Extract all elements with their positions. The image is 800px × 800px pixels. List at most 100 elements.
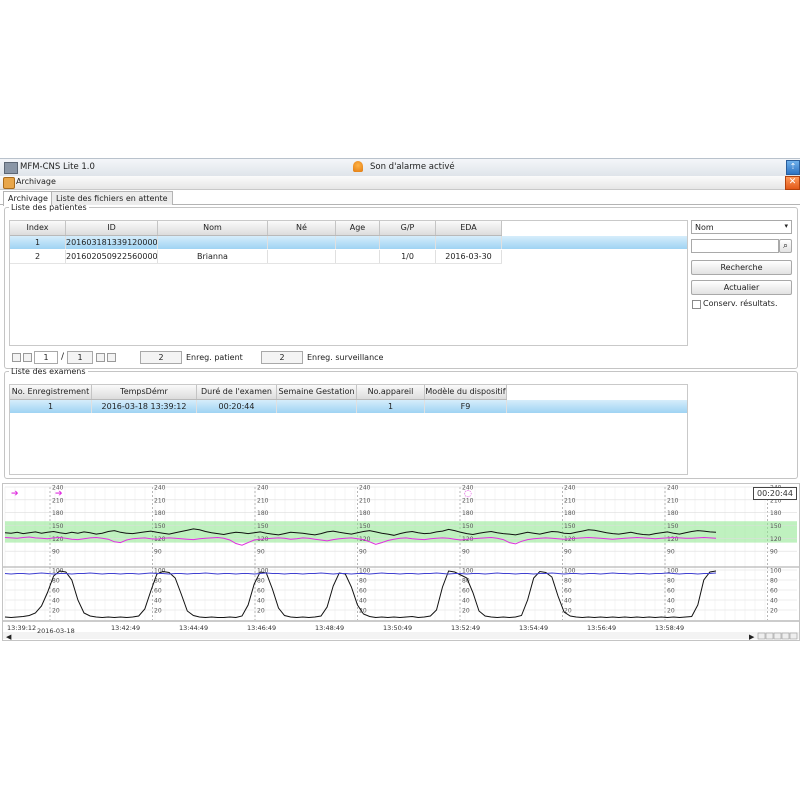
search-field-select[interactable]: Nom ▾ [691,220,792,234]
col-header-week[interactable]: Semaine Gestation [277,385,357,399]
time-tick-label: 13:46:49 [247,624,276,632]
fhr-tick-label: 90 [154,549,162,556]
col-header-no[interactable]: No. Enregistrement [10,385,92,399]
col-header-device-no[interactable]: No.appareil [357,385,425,399]
time-tick-label: 13:54:49 [519,624,548,632]
app-icon [4,162,18,174]
toco-tick-label: 60 [154,588,162,595]
toco-tick-label: 80 [667,578,675,585]
start-date-label: 2016-03-18 [37,627,75,635]
toco-tick-label: 80 [359,578,367,585]
time-tick-label: 13:44:49 [179,624,208,632]
fhr-tick-label: 180 [770,510,782,517]
close-panel-button[interactable]: ✕ [785,176,800,190]
ctg-chart[interactable]: 90 90 90 90 90 90 90 90 120 120 120 120 120 120 120 120… [2,483,800,641]
col-header-index[interactable]: Index [10,221,66,235]
time-tick-label: 13:39:12 [7,624,36,632]
col-header-start[interactable]: TempsDémr [92,385,197,399]
table-row[interactable]: 1 2016-03-18 13:39:12 00:20:44 1 F9 [10,400,687,413]
cell-start: 2016-03-18 13:39:12 [92,400,197,413]
fhr-tick-label: 180 [52,510,64,517]
fhr-tick-label: 180 [564,510,576,517]
next-page-icon[interactable] [96,353,105,362]
page-separator: / [61,352,65,362]
time-tick-label: 13:48:49 [315,624,344,632]
toco-tick-label: 40 [257,598,265,605]
toco-tick-label: 100 [770,568,782,575]
toco-tick-label: 80 [770,578,778,585]
toco-tick-label: 40 [154,598,162,605]
last-page-icon[interactable] [107,353,116,362]
cell-age [336,250,380,263]
alarm-status: Son d'alarme activé [370,162,455,172]
col-header-duration[interactable]: Duré de l'examen [197,385,277,399]
cell-id: 2016020509225600001 [66,250,158,263]
first-page-icon[interactable] [12,353,21,362]
playback-control-icon [765,632,774,640]
fhr-tick-label: 150 [462,523,474,530]
toco-tick-label: 20 [154,608,162,615]
patients-table: Index ID Nom Né Age G/P EDA 1 2016031813… [9,220,688,346]
col-header-model[interactable]: Modèle du dispositif [425,385,507,399]
fhr-tick-label: 90 [667,549,675,556]
prev-page-icon[interactable] [23,353,32,362]
fhr-tick-label: 180 [359,510,371,517]
collapse-window-button[interactable]: ⇡ [786,160,800,175]
fhr-tick-label: 240 [257,485,269,492]
exams-table: No. Enregistrement TempsDémr Duré de l'e… [9,384,688,475]
fhr-tick-label: 90 [52,549,60,556]
col-header-age[interactable]: Age [336,221,380,235]
panel-header: Archivage ✕ [0,176,800,190]
fhr-tick-label: 150 [770,523,782,530]
col-header-nom[interactable]: Nom [158,221,268,235]
fhr-tick-label: 210 [667,497,679,504]
cell-no: 1 [10,400,92,413]
toco-tick-label: 40 [667,598,675,605]
fhr-tick-label: 180 [154,510,166,517]
toco-tick-label: 20 [257,608,265,615]
col-header-eda[interactable]: EDA [436,221,502,235]
toco-tick-label: 60 [462,588,470,595]
cell-gp [380,236,436,249]
cell-eda [436,236,502,249]
search-input[interactable] [691,239,779,253]
toco-tick-label: 20 [462,608,470,615]
keep-results-checkbox[interactable] [692,300,701,309]
search-field-value: Nom [695,223,714,232]
event-marker: ➔ [11,489,19,499]
patient-count: 2 [140,351,182,364]
playback-control-icon [757,632,766,640]
col-header-gp[interactable]: G/P [380,221,436,235]
col-header-ne[interactable]: Né [268,221,336,235]
col-header-id[interactable]: ID [66,221,158,235]
chart-scrollbar [3,632,799,639]
scroll-left-icon: ◀ [6,633,12,640]
table-row[interactable]: 1 2016031813391200001 [10,236,687,249]
search-button[interactable]: Recherche [691,260,792,275]
surveillance-count-label: Enreg. surveillance [307,353,384,362]
cell-age [336,236,380,249]
toco-tick-label: 60 [667,588,675,595]
toco-tick-label: 60 [770,588,778,595]
search-icon[interactable]: ⌕ [779,239,792,253]
cell-ne [268,250,336,263]
table-row[interactable]: 2 2016020509225600001 Brianna 1/0 2016-0… [10,250,502,264]
refresh-button[interactable]: Actualier [691,280,792,295]
fhr-tick-label: 210 [359,497,371,504]
page-current-input[interactable]: 1 [34,351,58,364]
app-title: MFM-CNS Lite 1.0 [20,162,95,172]
chevron-down-icon: ▾ [784,222,788,230]
scroll-right-icon: ▶ [749,633,755,640]
cell-ne [268,236,336,249]
bell-icon [353,161,363,172]
fhr-tick-label: 180 [462,510,474,517]
fhr-tick-label: 180 [667,510,679,517]
fhr-tick-label: 120 [667,536,679,543]
toco-tick-label: 60 [359,588,367,595]
fhr-tick-label: 120 [770,536,782,543]
toco-tick-label: 20 [564,608,572,615]
toco-tick-label: 40 [359,598,367,605]
toco-tick-label: 60 [564,588,572,595]
fhr-tick-label: 240 [564,485,576,492]
cell-eda: 2016-03-30 [436,250,502,263]
